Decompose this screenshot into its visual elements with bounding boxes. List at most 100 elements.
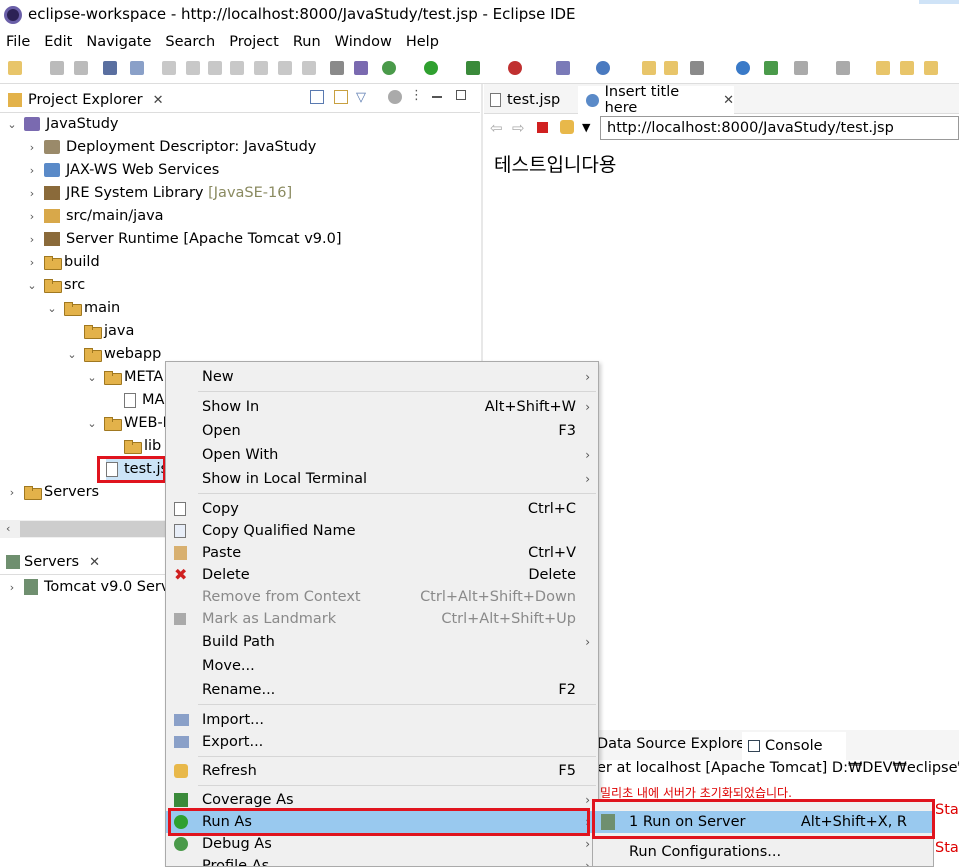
external-tools-icon[interactable]	[508, 61, 522, 75]
stop-icon[interactable]	[537, 122, 548, 133]
suspend-icon[interactable]	[186, 61, 200, 75]
globe-icon[interactable]	[736, 61, 750, 75]
forward-icon[interactable]	[924, 61, 938, 75]
focus-icon[interactable]	[388, 90, 402, 104]
resume-icon[interactable]	[162, 61, 176, 75]
back-arrow-icon[interactable]: ⇦	[490, 119, 503, 137]
tree-item-meta-inf[interactable]: ⌄ META	[86, 366, 163, 388]
tree-item-main[interactable]: ⌄ main	[46, 297, 120, 319]
prev-annotation-icon[interactable]	[836, 61, 850, 75]
chevron-right-icon[interactable]: ›	[6, 581, 18, 594]
filter-icon[interactable]: ▽	[356, 90, 366, 105]
scroll-left-icon[interactable]: ‹	[6, 522, 10, 535]
menu-item-delete[interactable]: ✖ Delete Delete	[166, 564, 598, 586]
menu-item-rename[interactable]: Rename... F2	[166, 679, 598, 701]
menu-item-open[interactable]: Open F3	[166, 420, 598, 442]
servers-tab[interactable]: Servers	[24, 554, 79, 570]
chevron-right-icon[interactable]: ›	[6, 486, 18, 499]
new-icon[interactable]	[8, 61, 22, 75]
tree-item-java[interactable]: java	[84, 320, 134, 342]
chevron-down-icon[interactable]: ⌄	[26, 279, 38, 292]
skip-breakpoints-icon[interactable]	[130, 61, 144, 75]
project-explorer-tab[interactable]: Project Explorer ✕	[6, 90, 170, 110]
refresh-icon[interactable]	[560, 120, 574, 134]
tree-item-src-main-java[interactable]: › src/main/java	[26, 205, 164, 227]
disconnect-icon[interactable]	[230, 61, 244, 75]
chevron-down-icon[interactable]: ⌄	[46, 302, 58, 315]
tree-item-servers[interactable]: › Servers	[6, 481, 99, 503]
debug-icon[interactable]	[382, 61, 396, 75]
minimize-icon[interactable]	[432, 96, 442, 98]
tab-data-source-explorer[interactable]: Data Source Explorer	[597, 736, 751, 752]
menu-help[interactable]: Help	[406, 34, 439, 50]
chevron-right-icon[interactable]: ›	[26, 210, 38, 223]
menu-item-debug-as[interactable]: Debug As ›	[166, 833, 598, 855]
menu-item-show-in-local-terminal[interactable]: Show in Local Terminal ›	[166, 468, 598, 490]
ant-icon[interactable]	[764, 61, 778, 75]
new-java-project-icon[interactable]	[556, 61, 570, 75]
menu-item-new[interactable]: New ›	[166, 366, 598, 388]
link-editor-icon[interactable]	[334, 90, 348, 104]
tree-item-deployment-descriptor[interactable]: › Deployment Descriptor: JavaStudy	[26, 136, 317, 158]
tab-insert-title[interactable]: Insert title here ✕	[578, 84, 734, 116]
close-icon[interactable]: ✕	[153, 93, 164, 108]
save-icon[interactable]	[50, 61, 64, 75]
chevron-right-icon[interactable]: ›	[26, 141, 38, 154]
forward-arrow-icon[interactable]: ⇨	[512, 119, 525, 137]
tree-item-src[interactable]: ⌄ src	[26, 274, 85, 296]
open-task-icon[interactable]	[664, 61, 678, 75]
outline-icon[interactable]	[330, 61, 344, 75]
close-icon[interactable]: ✕	[89, 555, 100, 570]
menu-item-copy-qualified-name[interactable]: Copy Qualified Name	[166, 520, 598, 542]
menu-item-open-with[interactable]: Open With ›	[166, 444, 598, 466]
chevron-right-icon[interactable]: ›	[26, 164, 38, 177]
tree-item-jaxws[interactable]: › JAX-WS Web Services	[26, 159, 220, 181]
menu-item-paste[interactable]: Paste Ctrl+V	[166, 542, 598, 564]
tree-item-javastudy[interactable]: ⌄ JavaStudy	[6, 113, 118, 135]
tree-item-manifest[interactable]: MA	[124, 389, 164, 411]
tree-item-server-runtime[interactable]: › Server Runtime [Apache Tomcat v9.0]	[26, 228, 342, 250]
menu-item-copy[interactable]: Copy Ctrl+C	[166, 498, 598, 520]
menu-item-export[interactable]: Export...	[166, 731, 598, 753]
new-class-icon[interactable]	[596, 61, 610, 75]
menu-item-profile-as[interactable]: Profile As ›	[166, 855, 598, 866]
next-annotation-icon[interactable]	[794, 61, 808, 75]
tree-item-lib[interactable]: lib	[124, 435, 161, 457]
step-return-icon[interactable]	[302, 61, 316, 75]
collapse-all-icon[interactable]	[310, 90, 324, 104]
menu-navigate[interactable]: Navigate	[86, 34, 151, 50]
maximize-icon[interactable]	[456, 90, 466, 100]
tree-item-jre[interactable]: › JRE System Library [JavaSE-16]	[26, 182, 292, 204]
menu-item-move[interactable]: Move...	[166, 655, 598, 677]
terminal-icon[interactable]	[103, 61, 117, 75]
chevron-down-icon[interactable]: ⌄	[66, 348, 78, 361]
chevron-down-icon[interactable]: ⌄	[6, 118, 18, 131]
url-input[interactable]: http://localhost:8000/JavaStudy/test.jsp	[600, 116, 959, 140]
open-type-icon[interactable]	[642, 61, 656, 75]
menu-item-show-in[interactable]: Show In Alt+Shift+W ›	[166, 396, 598, 418]
back-icon[interactable]	[900, 61, 914, 75]
run-icon[interactable]	[424, 61, 438, 75]
chevron-right-icon[interactable]: ›	[26, 233, 38, 246]
menu-item-refresh[interactable]: Refresh F5	[166, 760, 598, 782]
chevron-right-icon[interactable]: ›	[26, 187, 38, 200]
menu-window[interactable]: Window	[335, 34, 392, 50]
java-ee-icon[interactable]	[354, 61, 368, 75]
chevron-right-icon[interactable]: ›	[26, 256, 38, 269]
search-tool-icon[interactable]	[690, 61, 704, 75]
step-into-icon[interactable]	[254, 61, 268, 75]
terminate-icon[interactable]	[208, 61, 222, 75]
menu-file[interactable]: File	[6, 34, 30, 50]
tab-test-jsp[interactable]: test.jsp	[490, 86, 580, 114]
menu-item-import[interactable]: Import...	[166, 709, 598, 731]
menu-search[interactable]: Search	[165, 34, 215, 50]
close-icon[interactable]: ✕	[723, 93, 734, 108]
menu-edit[interactable]: Edit	[44, 34, 72, 50]
chevron-down-icon[interactable]: ⌄	[86, 417, 98, 430]
save-all-icon[interactable]	[74, 61, 88, 75]
step-over-icon[interactable]	[278, 61, 292, 75]
view-menu-icon[interactable]: ⋮	[410, 88, 423, 103]
tab-console[interactable]: Console	[742, 732, 846, 760]
coverage-icon[interactable]	[466, 61, 480, 75]
server-item-tomcat[interactable]: › Tomcat v9.0 Serve	[6, 576, 178, 598]
